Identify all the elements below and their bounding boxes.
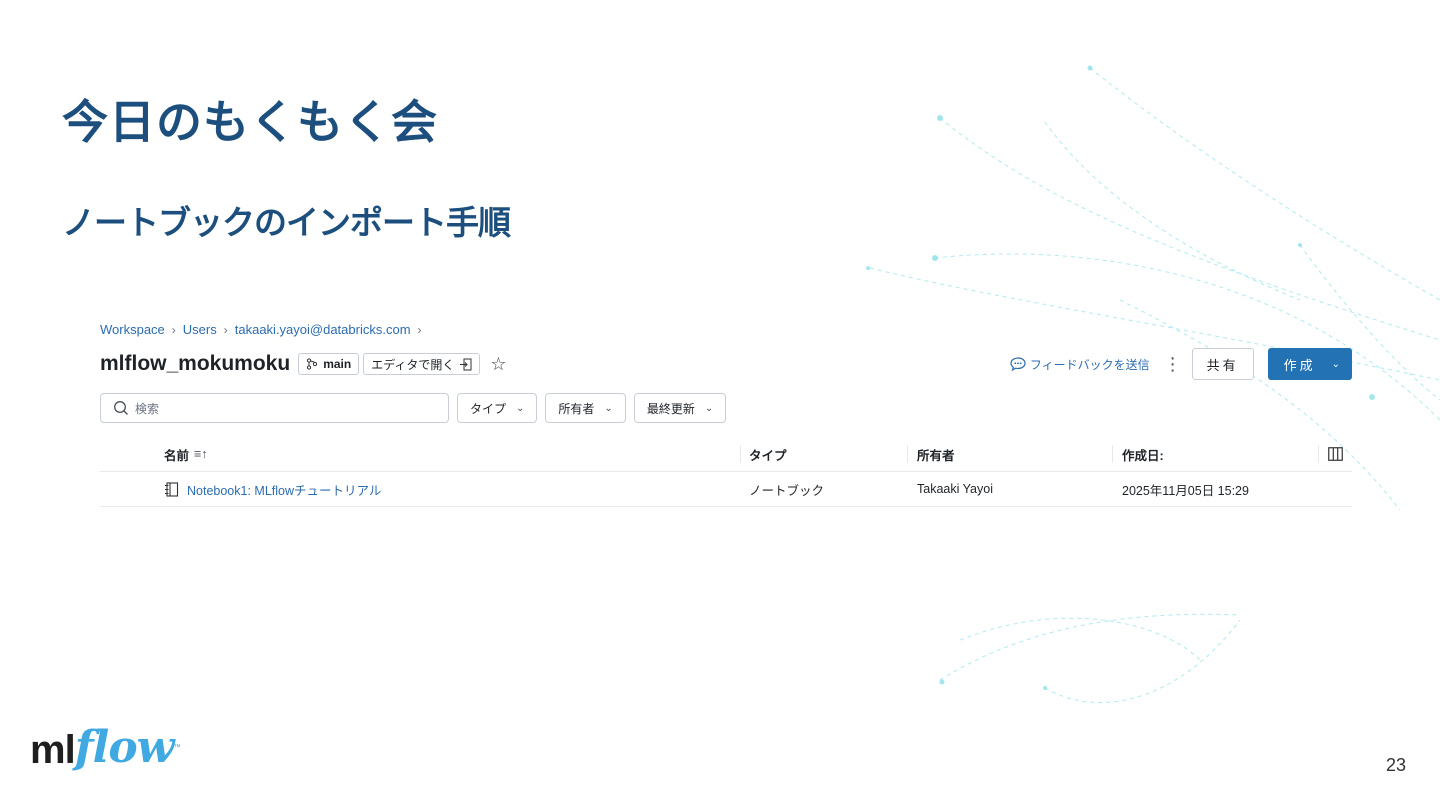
owner-cell: Takaaki Yayoi <box>917 482 993 496</box>
column-divider <box>740 445 741 463</box>
header-actions: フィードバックを送信 ⋮ 共有 作成 ⌄ <box>1010 348 1352 380</box>
column-divider <box>907 445 908 463</box>
notebook-name-cell[interactable]: Notebook1: MLflowチュートリアル <box>164 472 381 506</box>
slide-subtitle: ノートブックのインポート手順 <box>62 204 511 241</box>
created-cell: 2025年11月05日 15:29 <box>1122 483 1249 498</box>
breadcrumb-separator: › <box>171 322 176 337</box>
folder-header: mlflow_mokumoku main エディタで開く ☆ フィードバックを送… <box>100 348 1352 380</box>
page-number: 23 <box>1385 755 1406 775</box>
logo-ml-text: ml <box>30 728 76 772</box>
chevron-down-icon: ⌄ <box>1331 358 1340 370</box>
open-in-editor-icon <box>460 358 472 370</box>
folder-name: mlflow_mokumoku <box>100 352 291 375</box>
favorite-star-icon[interactable]: ☆ <box>490 354 506 375</box>
table-header-row: 名前 ≡↑ タイプ 所有者 作成日: <box>100 437 1352 472</box>
branch-label: main <box>323 357 352 371</box>
search-icon <box>114 401 128 415</box>
table-row[interactable]: Notebook1: MLflowチュートリアル ノートブック Takaaki … <box>100 472 1352 507</box>
filter-bar: 検索 タイプ ⌄ 所有者 ⌄ 最終更新 ⌄ <box>100 392 727 424</box>
more-options-icon[interactable]: ⋮ <box>1164 354 1182 375</box>
feedback-label: フィードバックを送信 <box>1029 357 1150 372</box>
chat-bubble-icon <box>1010 357 1026 371</box>
breadcrumb: Workspace › Users › takaaki.yayoi@databr… <box>100 322 422 337</box>
logo-trademark: ™ <box>173 744 181 751</box>
open-editor-label: エディタで開く <box>371 357 455 372</box>
chevron-down-icon: ⌄ <box>516 402 525 414</box>
column-header-name-label: 名前 <box>164 448 190 463</box>
last-modified-filter-dropdown[interactable]: 最終更新 ⌄ <box>633 393 727 423</box>
logo-flow-text: flow <box>74 722 175 773</box>
breadcrumb-separator: › <box>223 322 228 337</box>
column-header-created[interactable]: 作成日: <box>1122 437 1164 471</box>
search-input[interactable]: 検索 <box>100 393 449 423</box>
type-cell: ノートブック <box>749 483 825 498</box>
notebook-icon <box>165 481 179 497</box>
column-divider <box>1112 445 1113 463</box>
last-modified-filter-label: 最終更新 <box>646 401 695 416</box>
branch-button[interactable]: main <box>298 353 360 375</box>
columns-settings-icon[interactable] <box>1328 437 1343 471</box>
breadcrumb-workspace[interactable]: Workspace <box>100 322 165 337</box>
type-filter-label: タイプ <box>470 401 507 416</box>
breadcrumb-users[interactable]: Users <box>183 322 217 337</box>
slide-title: 今日のもくもく会 <box>62 96 438 148</box>
share-button[interactable]: 共有 <box>1191 348 1254 380</box>
columns-icon <box>1328 447 1343 461</box>
column-divider <box>1318 445 1319 463</box>
type-filter-dropdown[interactable]: タイプ ⌄ <box>457 393 538 423</box>
owner-filter-dropdown[interactable]: 所有者 ⌄ <box>545 393 626 423</box>
feedback-link[interactable]: フィードバックを送信 <box>1010 356 1150 373</box>
git-branch-icon <box>307 358 318 370</box>
chevron-down-icon: ⌄ <box>704 402 714 414</box>
sort-ascending-icon[interactable]: ≡↑ <box>194 447 208 461</box>
breadcrumb-separator: › <box>417 322 422 337</box>
create-label: 作成 <box>1283 357 1316 373</box>
file-table: 名前 ≡↑ タイプ 所有者 作成日: Notebook1: MLflowチュート… <box>100 437 1352 507</box>
owner-filter-label: 所有者 <box>558 401 595 416</box>
chevron-down-icon: ⌄ <box>604 402 613 414</box>
mlflow-logo: ml flow ™ <box>30 722 181 773</box>
column-header-type[interactable]: タイプ <box>749 437 787 471</box>
open-editor-button[interactable]: エディタで開く <box>363 353 481 375</box>
notebook-link[interactable]: Notebook1: MLflowチュートリアル <box>187 480 381 499</box>
column-header-name[interactable]: 名前 ≡↑ <box>164 437 208 471</box>
create-button[interactable]: 作成 ⌄ <box>1267 348 1352 380</box>
search-placeholder: 検索 <box>135 401 160 416</box>
column-header-owner[interactable]: 所有者 <box>917 437 955 471</box>
breadcrumb-user-folder[interactable]: takaaki.yayoi@databricks.com <box>235 322 411 337</box>
